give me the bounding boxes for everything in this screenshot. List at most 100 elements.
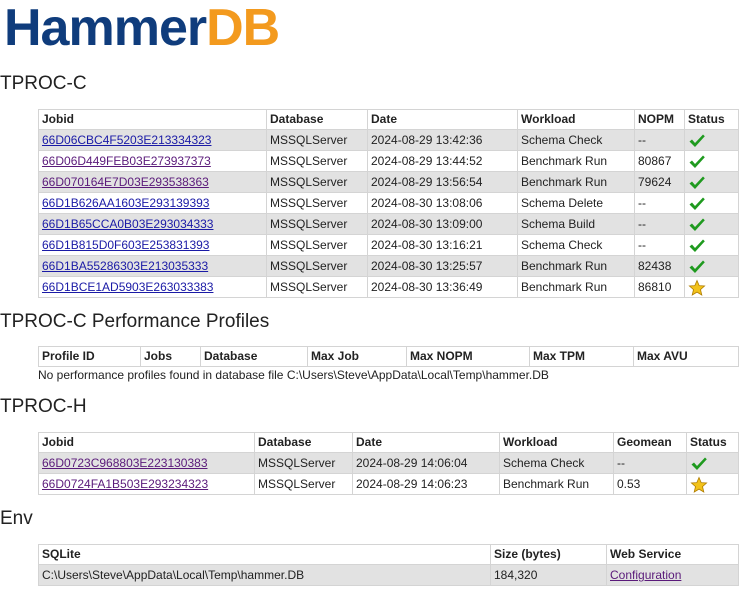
database-cell: MSSQLServer [266,234,368,256]
db-size: 184,320 [490,564,607,586]
jobid-cell: 66D1B626AA1603E293139393 [38,192,267,214]
column-header: Profile ID [38,346,141,367]
nopm-cell: -- [634,129,685,151]
date-cell: 2024-08-30 13:09:00 [367,213,518,235]
nopm-cell: -- [634,192,685,214]
geomean-cell: 0.53 [613,473,687,495]
date-cell: 2024-08-29 14:06:04 [352,452,500,474]
workload-cell: Schema Check [517,234,635,256]
jobid-cell: 66D1BCE1AD5903E263033383 [38,276,267,298]
jobid-cell: 66D0723C968803E223130383 [38,452,255,474]
date-cell: 2024-08-30 13:25:57 [367,255,518,277]
jobid-link[interactable]: 66D06D449FEB03E273937373 [42,154,211,168]
date-cell: 2024-08-30 13:36:49 [367,276,518,298]
column-header: Jobs [140,346,201,367]
jobid-link[interactable]: 66D1B626AA1603E293139393 [42,196,209,210]
tproch-section-title: TPROC-H [0,396,87,417]
hammerdb-logo: HammerDB [4,0,280,57]
nopm-cell: 86810 [634,276,685,298]
database-cell: MSSQLServer [266,276,368,298]
date-cell: 2024-08-29 13:42:36 [367,129,518,151]
column-header: Database [266,109,368,130]
jobid-cell: 66D06D449FEB03E273937373 [38,150,267,172]
database-cell: MSSQLServer [266,213,368,235]
jobid-link[interactable]: 66D0723C968803E223130383 [42,456,208,470]
column-header: Workload [517,109,635,130]
table-row: 66D1BA55286303E213035333 MSSQLServer 2024-… [38,255,739,277]
column-header: Date [367,109,518,130]
status-cell [684,276,739,298]
table-row: 66D070164E7D03E293538363 MSSQLServer 2024-… [38,171,739,193]
workload-cell: Schema Delete [517,192,635,214]
database-cell: MSSQLServer [266,171,368,193]
column-header: Web Service [606,544,739,565]
table-row: 66D06D449FEB03E273937373 MSSQLServer 2024-… [38,150,739,172]
column-header: Database [254,432,353,453]
status-cell [684,213,739,235]
status-cell [684,192,739,214]
column-header: Status [686,432,739,453]
jobid-link[interactable]: 66D1B65CCA0B03E293034333 [42,217,213,231]
checkmark-icon [689,218,705,231]
checkmark-icon [689,239,705,252]
date-cell: 2024-08-30 13:16:21 [367,234,518,256]
column-header: Max TPM [529,346,634,367]
status-cell [684,171,739,193]
configuration-link[interactable]: Configuration [610,568,681,582]
column-header: Max AVU [633,346,739,367]
status-cell [686,452,739,474]
star-icon [690,476,708,493]
table-row: 66D1B815D0F603E253831393 MSSQLServer 2024-… [38,234,739,256]
status-cell [684,234,739,256]
checkmark-icon [689,260,705,273]
nopm-cell: 82438 [634,255,685,277]
checkmark-icon [691,457,707,470]
workload-cell: Benchmark Run [517,150,635,172]
sqlite-path: C:\Users\Steve\AppData\Local\Temp\hammer… [38,564,491,586]
column-header: Date [352,432,500,453]
column-header: Size (bytes) [490,544,607,565]
date-cell: 2024-08-29 13:44:52 [367,150,518,172]
jobid-link[interactable]: 66D1BA55286303E213035333 [42,259,208,273]
column-header: SQLite [38,544,491,565]
tprocc-jobs-table: Jobid Database Date Workload NOPM Status 66D0… [38,109,739,298]
date-cell: 2024-08-29 13:56:54 [367,171,518,193]
database-cell: MSSQLServer [254,473,353,495]
workload-cell: Schema Check [517,129,635,151]
profiles-section-title: TPROC-C Performance Profiles [0,311,270,332]
status-cell [684,150,739,172]
nopm-cell: -- [634,234,685,256]
checkmark-icon [689,197,705,210]
column-header: Jobid [38,109,267,130]
jobid-link[interactable]: 66D0724FA1B503E293234323 [42,477,208,491]
database-cell: MSSQLServer [266,129,368,151]
table-row: 66D0723C968803E223130383 MSSQLServer 2024-… [38,452,739,474]
database-cell: MSSQLServer [254,452,353,474]
jobid-link[interactable]: 66D070164E7D03E293538363 [42,175,209,189]
table-row: C:\Users\Steve\AppData\Local\Temp\hammer… [38,564,739,586]
table-header-row: Jobid Database Date Workload Geomean Status [38,432,739,453]
checkmark-icon [689,134,705,147]
column-header: Workload [499,432,614,453]
table-header-row: Jobid Database Date Workload NOPM Status [38,109,739,130]
performance-profiles-table: Profile ID Jobs Database Max Job Max NOPM Max… [38,346,739,367]
table-row: 66D1B65CCA0B03E293034333 MSSQLServer 2024-… [38,213,739,235]
workload-cell: Benchmark Run [517,276,635,298]
jobid-cell: 66D1BA55286303E213035333 [38,255,267,277]
nopm-cell: -- [634,213,685,235]
column-header: Max NOPM [406,346,530,367]
database-cell: MSSQLServer [266,192,368,214]
jobid-link[interactable]: 66D1B815D0F603E253831393 [42,238,209,252]
table-row: 66D06CBC4F5203E213334323 MSSQLServer 2024-… [38,129,739,151]
column-header: Max Job [307,346,407,367]
jobid-link[interactable]: 66D06CBC4F5203E213334323 [42,133,211,147]
jobid-cell: 66D1B815D0F603E253831393 [38,234,267,256]
date-cell: 2024-08-30 13:08:06 [367,192,518,214]
date-cell: 2024-08-29 14:06:23 [352,473,500,495]
column-header: Jobid [38,432,255,453]
web-service-cell: Configuration [606,564,739,586]
jobid-link[interactable]: 66D1BCE1AD5903E263033383 [42,280,213,294]
checkmark-icon [689,176,705,189]
jobid-cell: 66D070164E7D03E293538363 [38,171,267,193]
column-header: NOPM [634,109,685,130]
